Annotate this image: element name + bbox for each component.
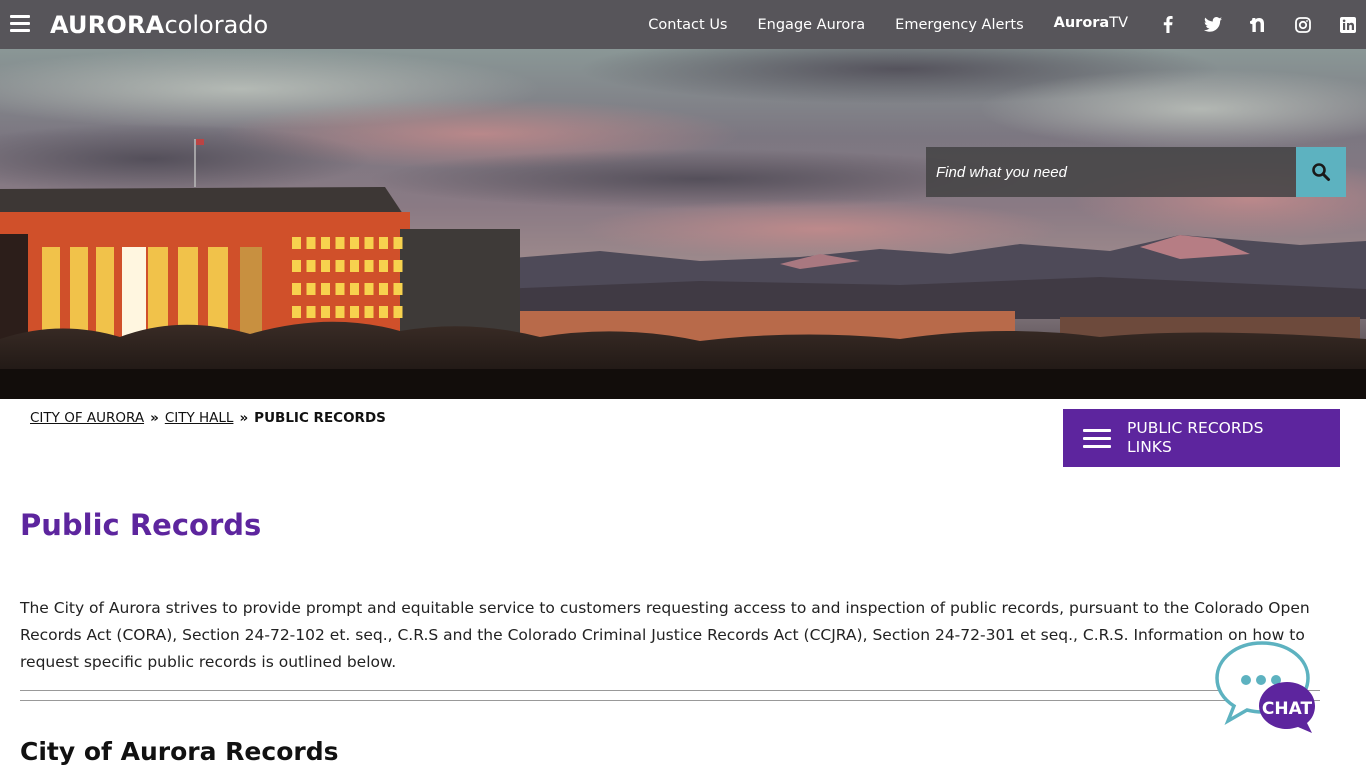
hero-window [321, 260, 330, 272]
breadcrumb-city-of-aurora[interactable]: CITY OF AURORA [30, 410, 144, 426]
hero-window [364, 283, 374, 295]
social-links [1158, 15, 1366, 35]
hamburger-icon-bar [10, 29, 30, 32]
public-records-links-button[interactable]: PUBLIC RECORDS LINKS [1063, 409, 1340, 467]
breadcrumb-city-hall[interactable]: CITY HALL [165, 410, 234, 426]
hero-window [393, 260, 403, 272]
search-button[interactable] [1296, 147, 1346, 197]
search-icon [1312, 163, 1330, 181]
site-search [926, 147, 1346, 197]
hero-window [321, 237, 330, 249]
divider [20, 700, 1320, 701]
hero-window [364, 306, 374, 318]
public-records-links-label: PUBLIC RECORDS LINKS [1127, 419, 1264, 456]
hero-window [379, 260, 388, 272]
utility-nav: Contact Us Engage Aurora Emergency Alert… [648, 0, 1366, 49]
hero-window [364, 237, 374, 249]
breadcrumb-current: PUBLIC RECORDS [254, 410, 386, 426]
page-title: Public Records [20, 508, 262, 542]
twitter-icon[interactable] [1203, 15, 1223, 35]
nav-engage-aurora[interactable]: Engage Aurora [758, 17, 866, 33]
linkedin-icon[interactable] [1338, 15, 1358, 35]
section-heading: City of Aurora Records [20, 737, 339, 766]
aurora-tv-link[interactable]: AuroraTV [1054, 15, 1128, 31]
hero-window [393, 237, 403, 249]
hamburger-icon-bar [10, 22, 30, 25]
hamburger-icon [10, 15, 30, 18]
hero-window [306, 260, 316, 272]
logo-light-text: colorado [164, 11, 269, 39]
hero-window [379, 306, 388, 318]
chat-bubble-icon: CHAT [1215, 641, 1315, 733]
hero-window [306, 306, 316, 318]
nextdoor-icon[interactable] [1248, 15, 1268, 35]
hero-window [292, 283, 301, 295]
hamburger-icon [1083, 424, 1111, 453]
hero-window [364, 260, 374, 272]
breadcrumb: CITY OF AURORA » CITY HALL » PUBLIC RECORDS [30, 410, 386, 426]
hero-window [350, 237, 359, 249]
site-logo[interactable]: AURORAcolorado [50, 11, 268, 39]
hero-window [335, 306, 345, 318]
logo-bold-text: AURORA [50, 11, 165, 39]
auroratv-light: TV [1109, 14, 1128, 31]
auroratv-bold: Aurora [1053, 14, 1110, 31]
breadcrumb-separator: » [239, 410, 249, 426]
search-input[interactable] [926, 147, 1296, 197]
instagram-icon[interactable] [1293, 15, 1313, 35]
hero-window [335, 260, 345, 272]
hero-window [292, 237, 301, 249]
chat-button[interactable]: CHAT [1214, 640, 1318, 734]
breadcrumb-separator: » [150, 410, 159, 426]
hero-window [379, 283, 388, 295]
hero-window [393, 283, 403, 295]
main-menu-button[interactable] [10, 15, 30, 33]
hero-window [292, 260, 301, 272]
hero-photo [0, 49, 1366, 399]
chat-label: CHAT [1262, 699, 1313, 719]
hero-window [379, 237, 388, 249]
nav-contact-us[interactable]: Contact Us [648, 17, 727, 33]
facebook-icon[interactable] [1158, 15, 1178, 35]
hero-window [306, 237, 316, 249]
intro-paragraph: The City of Aurora strives to provide pr… [20, 599, 1310, 671]
hero-window [350, 260, 359, 272]
hero-image [0, 49, 1366, 399]
divider [20, 690, 1320, 691]
hero-window [350, 283, 359, 295]
hero-window [350, 306, 359, 318]
nav-emergency-alerts[interactable]: Emergency Alerts [895, 17, 1023, 33]
hero-window [393, 306, 403, 318]
hero-window [335, 237, 345, 249]
hero-window [321, 306, 330, 318]
hero-window [306, 283, 316, 295]
hero-window [321, 283, 330, 295]
site-header: AURORAcolorado Contact Us Engage Aurora … [0, 0, 1366, 49]
hero-window [335, 283, 345, 295]
hero-window [292, 306, 301, 318]
